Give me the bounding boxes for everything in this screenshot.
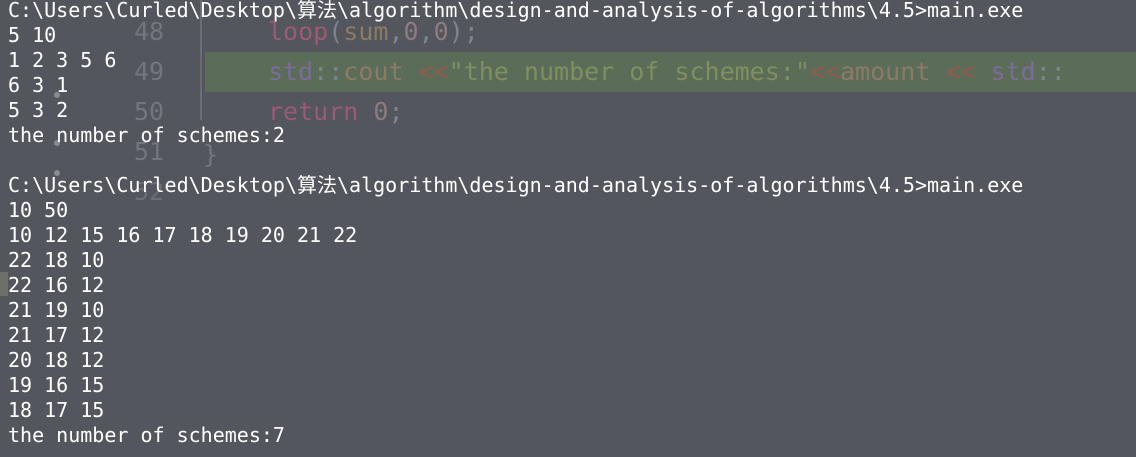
console-line: 22 18 10 (8, 248, 105, 272)
console-output[interactable]: C:\Users\Curled\Desktop\算法\algorithm\des… (0, 0, 1136, 457)
console-line: 19 16 15 (8, 373, 105, 397)
console-line: 1 2 3 5 6 (8, 48, 117, 72)
console-line: 6 3 1 (8, 73, 69, 97)
console-line: 21 19 10 (8, 298, 105, 322)
console-line: 20 18 12 (8, 348, 105, 372)
console-line: 5 10 (8, 23, 57, 47)
console-line: C:\Users\Curled\Desktop\算法\algorithm\des… (8, 173, 1024, 197)
console-line: 10 12 15 16 17 18 19 20 21 22 (8, 223, 358, 247)
console-line: 5 3 2 (8, 98, 69, 122)
console-line: C:\Users\Curled\Desktop\算法\algorithm\des… (8, 0, 1024, 22)
console-line: 10 50 (8, 198, 69, 222)
console-line: the number of schemes:7 (8, 423, 285, 447)
console-line: 22 16 12 (8, 273, 105, 297)
console-line: the number of schemes:2 (8, 123, 285, 147)
console-line: 21 17 12 (8, 323, 105, 347)
console-line: 18 17 15 (8, 398, 105, 422)
